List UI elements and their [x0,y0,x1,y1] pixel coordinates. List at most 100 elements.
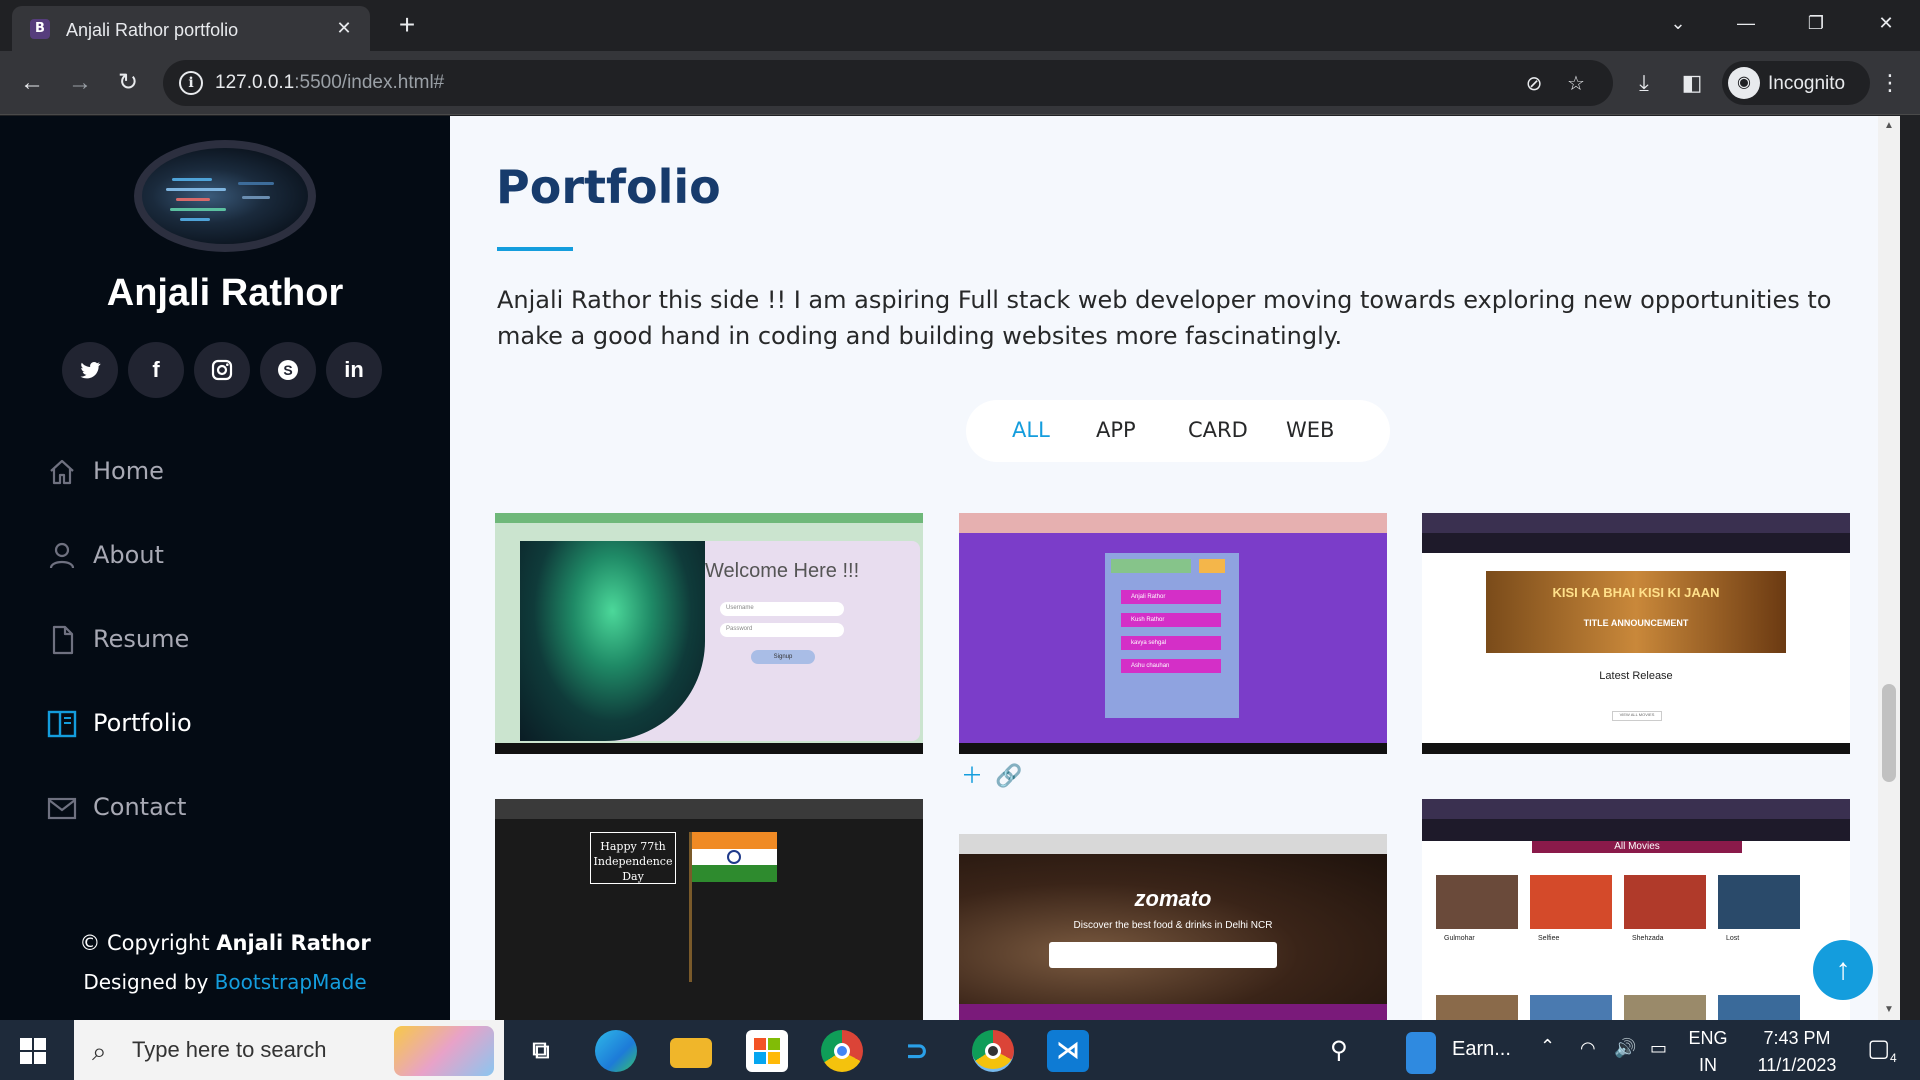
tab-search-chevron-icon[interactable]: ⌄ [1658,8,1698,38]
edge-icon[interactable] [595,1030,637,1072]
movie-title: Selfiee [1538,935,1560,942]
minimize-button[interactable]: — [1726,8,1766,38]
incognito-profile-button[interactable]: ◉ Incognito [1722,61,1870,105]
svg-text:S: S [283,362,292,378]
facebook-icon[interactable]: f [128,342,184,398]
filter-all[interactable]: ALL [1012,418,1050,442]
address-bar[interactable]: i 127.0.0.1:5500/index.html# ⊘ ☆ [163,60,1613,106]
vscode-icon[interactable]: ⋊ [1047,1030,1089,1072]
book-icon [47,710,77,738]
section-intro: Anjali Rathor this side !! I am aspiring… [497,286,1832,350]
skype-icon[interactable]: S [260,342,316,398]
instagram-icon[interactable] [194,342,250,398]
chevron-up-icon[interactable]: ⌃ [1540,1036,1555,1057]
chrome-incognito-icon[interactable] [972,1030,1014,1072]
scroll-down-icon[interactable]: ▼ [1884,1004,1894,1015]
envelope-icon [47,797,77,820]
nav-contact-label: Contact [93,793,187,821]
restore-button[interactable]: ❐ [1796,8,1836,38]
eye-off-icon[interactable]: ⊘ [1521,71,1547,97]
notifications-icon[interactable]: ▢4 [1862,1034,1902,1065]
volume-icon[interactable]: 🔊 [1614,1038,1636,1059]
close-window-button[interactable]: ✕ [1866,8,1906,38]
section-title: Portfolio [496,160,721,214]
clock[interactable]: 7:43 PM 11/1/2023 [1742,1028,1852,1076]
people-icon[interactable]: ⚲ [1330,1036,1348,1065]
bootstrapmade-link[interactable]: BootstrapMade [215,970,367,994]
portfolio-filters: ALL APP CARD WEB [966,400,1390,462]
url-text[interactable]: 127.0.0.1:5500/index.html# [215,72,444,94]
forward-arrow-icon[interactable]: → [62,65,98,101]
card-welcome-text: Welcome Here !!! [705,560,860,582]
filter-card[interactable]: CARD [1188,418,1248,442]
link-icon[interactable]: 🔗 [995,763,1022,788]
search-placeholder: Type here to search [132,1037,327,1062]
twitter-icon[interactable] [62,342,118,398]
portfolio-item[interactable]: KISI KA BHAI KISI KI JAAN TITLE ANNOUNCE… [1422,513,1850,754]
search-highlight-icon [394,1026,494,1076]
browser-tab[interactable]: B Anjali Rathor portfolio ✕ [12,6,370,51]
nav-resume-label: Resume [93,625,190,653]
store-icon[interactable] [746,1030,788,1072]
back-arrow-icon[interactable]: ← [14,65,50,101]
language-indicator[interactable]: ENG IN [1688,1028,1728,1076]
taskbar-search[interactable]: ⌕ Type here to search [74,1020,504,1080]
movie-title: Lost [1726,935,1740,942]
designed-by-text: Designed by BootstrapMade [83,970,367,994]
zomato-logo: zomato [1134,886,1212,911]
scrollbar-thumb[interactable] [1882,684,1896,782]
plus-icon[interactable]: ＋ [961,763,983,788]
portfolio-section: Portfolio Anjali Rathor this side !! I a… [450,116,1900,1020]
scroll-up-icon[interactable]: ▲ [1884,120,1894,131]
side-panel-icon[interactable]: ◧ [1676,67,1708,99]
sidebar: Anjali Rathor f S in Home About Resume P… [0,116,450,1020]
portfolio-item[interactable]: Happy 77th Independence Day [495,799,923,1020]
card-field-username: Username [720,602,844,616]
browser-tabstrip: B Anjali Rathor portfolio ✕ + ⌄ — ❐ ✕ [0,0,1920,51]
kebab-menu-icon[interactable]: ⋮ [1874,67,1906,99]
filter-web[interactable]: WEB [1286,418,1334,442]
linkedin-icon[interactable]: in [326,342,382,398]
wifi-icon[interactable]: ◠ [1580,1038,1596,1059]
bootstrap-favicon-icon: B [30,19,50,39]
portfolio-item[interactable]: All Movies Gulmohar Selfiee Shehzada Los… [1422,799,1850,1020]
search-icon: ⌕ [92,1036,107,1066]
nav-about-label: About [93,541,164,569]
reload-icon[interactable]: ↻ [110,65,146,101]
card-field-password: Password [720,623,844,637]
chrome-icon[interactable] [821,1030,863,1072]
download-icon[interactable]: ⤓ [1628,67,1660,99]
portfolio-item[interactable]: Welcome Here !!! Username Password Signu… [495,513,923,754]
filter-app[interactable]: APP [1096,418,1136,442]
card-list-item: Anjali Rathor [1121,590,1221,604]
windows-taskbar: ⌕ Type here to search ⧉ ⊃ ⋊ ⚲ Earn... ⌃ … [0,1020,1920,1080]
tab-close-icon[interactable]: ✕ [332,16,356,40]
portfolio-item[interactable]: zomato Discover the best food & drinks i… [959,834,1387,1020]
home-icon [50,459,74,485]
browser-toolbar: ← → ↻ i 127.0.0.1:5500/index.html# ⊘ ☆ ⤓… [0,51,1920,115]
new-tab-button[interactable]: + [392,10,422,40]
portfolio-item[interactable]: Anjali Rathor Kush Rathor kavya sehgal A… [959,513,1387,754]
person-icon [49,542,75,569]
document-app-icon[interactable] [1406,1032,1436,1074]
windows-start-icon[interactable] [20,1038,46,1064]
card-greeting: Happy 77th Independence Day [590,832,676,884]
file-explorer-icon[interactable] [670,1038,712,1068]
card-tagline: Discover the best food & drinks in Delhi… [1073,920,1273,931]
movie-title: Gulmohar [1444,935,1475,942]
page-scrollbar[interactable]: ▲ ▼ [1878,116,1900,1020]
site-info-icon[interactable]: i [179,71,203,95]
card-list-item: Ashu chauhan [1121,659,1221,673]
remote-app-icon[interactable]: ⊃ [896,1030,938,1072]
battery-icon[interactable]: ▭ [1650,1038,1667,1059]
movie-title: Shehzada [1632,935,1664,942]
star-bookmark-icon[interactable]: ☆ [1563,71,1589,97]
tab-title: Anjali Rathor portfolio [66,20,239,40]
incognito-icon: ◉ [1728,67,1760,99]
card-caption: Latest Release [1599,670,1673,682]
incognito-label: Incognito [1768,73,1846,94]
taskbar-pinned-label[interactable]: Earn... [1452,1038,1511,1061]
back-to-top-button[interactable]: ↑ [1813,940,1873,1000]
task-view-icon[interactable]: ⧉ [520,1030,562,1072]
card-view-btn: VIEW ALL MOVIES [1612,711,1662,721]
